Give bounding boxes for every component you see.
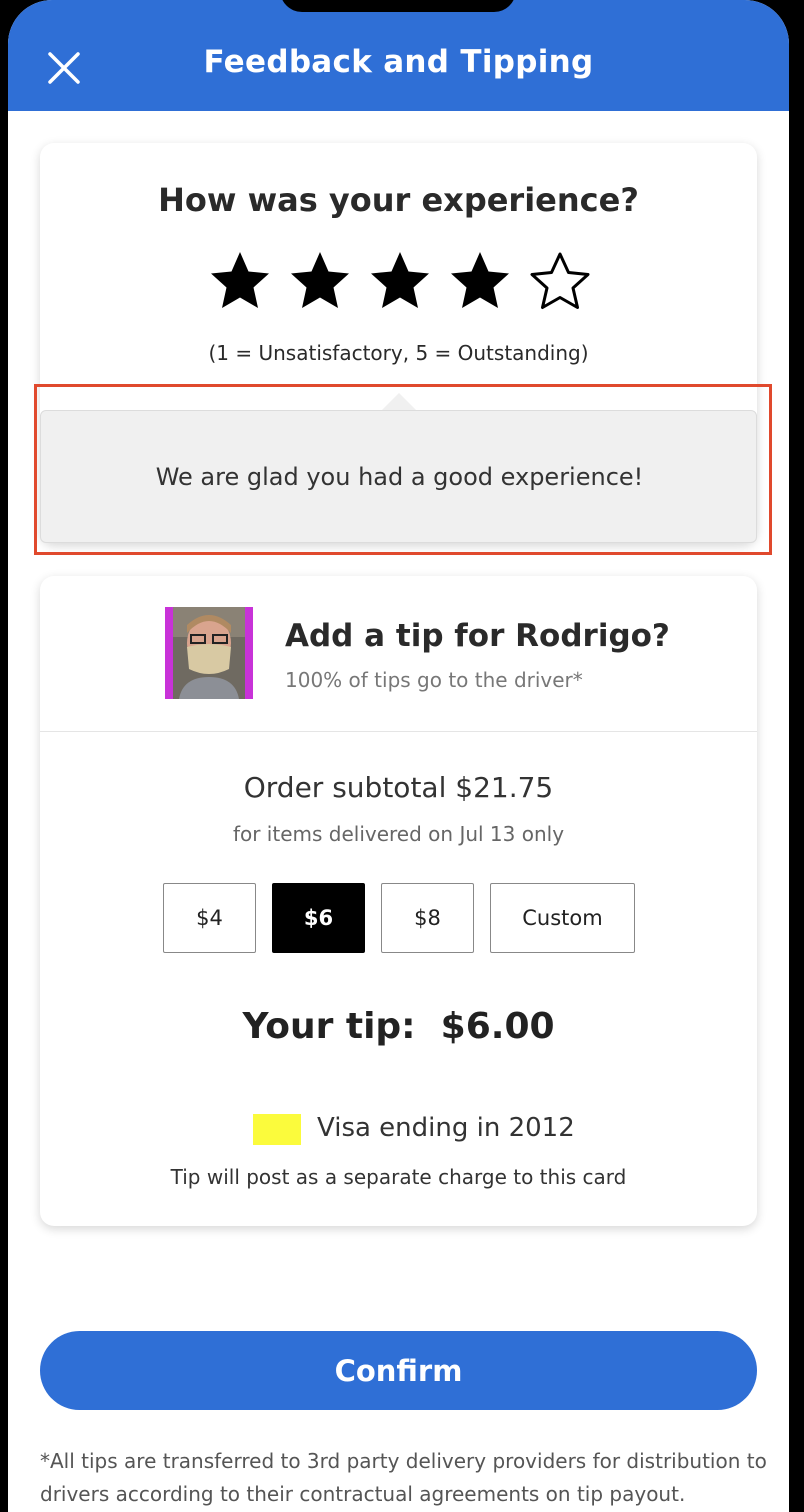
payment-note: Tip will post as a separate charge to th… bbox=[170, 1165, 627, 1189]
tip-option-4[interactable]: $4 bbox=[163, 883, 256, 953]
your-tip: Your tip: $6.00 bbox=[40, 1006, 757, 1047]
star-rating bbox=[208, 249, 592, 313]
driver-photo-image bbox=[173, 607, 245, 699]
rating-question: How was your experience? bbox=[158, 181, 639, 219]
page-title: Feedback and Tipping bbox=[203, 44, 594, 80]
star-2-filled-icon[interactable] bbox=[288, 249, 352, 313]
your-tip-amount: $6.00 bbox=[440, 1006, 555, 1047]
highlight-annotation bbox=[34, 384, 772, 555]
star-1-filled-icon[interactable] bbox=[208, 249, 272, 313]
phone-screen: Feedback and Tipping How was your experi… bbox=[8, 0, 789, 1512]
order-subtotal: Order subtotal $21.75 bbox=[243, 771, 554, 804]
device-notch bbox=[280, 0, 516, 12]
star-3-filled-icon[interactable] bbox=[368, 249, 432, 313]
your-tip-label: Your tip: bbox=[242, 1006, 416, 1047]
credit-card-icon bbox=[253, 1114, 301, 1145]
star-4-filled-icon[interactable] bbox=[448, 249, 512, 313]
app-header: Feedback and Tipping bbox=[8, 0, 789, 111]
divider bbox=[40, 731, 757, 732]
rating-scale-hint: (1 = Unsatisfactory, 5 = Outstanding) bbox=[208, 341, 589, 365]
tip-title: Add a tip for Rodrigo? bbox=[285, 618, 670, 654]
tip-card: Add a tip for Rodrigo? 100% of tips go t… bbox=[40, 576, 757, 1226]
tip-subtitle: 100% of tips go to the driver* bbox=[285, 668, 583, 692]
driver-avatar bbox=[165, 607, 253, 699]
subtotal-note: for items delivered on Jul 13 only bbox=[232, 822, 565, 846]
confirm-button[interactable]: Confirm bbox=[40, 1331, 757, 1410]
tip-disclaimer: *All tips are transferred to 3rd party d… bbox=[40, 1449, 767, 1506]
star-5-outline-icon[interactable] bbox=[528, 249, 592, 313]
tip-option-6[interactable]: $6 bbox=[272, 883, 365, 953]
tip-option-8[interactable]: $8 bbox=[381, 883, 474, 953]
payment-card-label: Visa ending in 2012 bbox=[317, 1113, 575, 1143]
tip-option-custom[interactable]: Custom bbox=[490, 883, 635, 953]
